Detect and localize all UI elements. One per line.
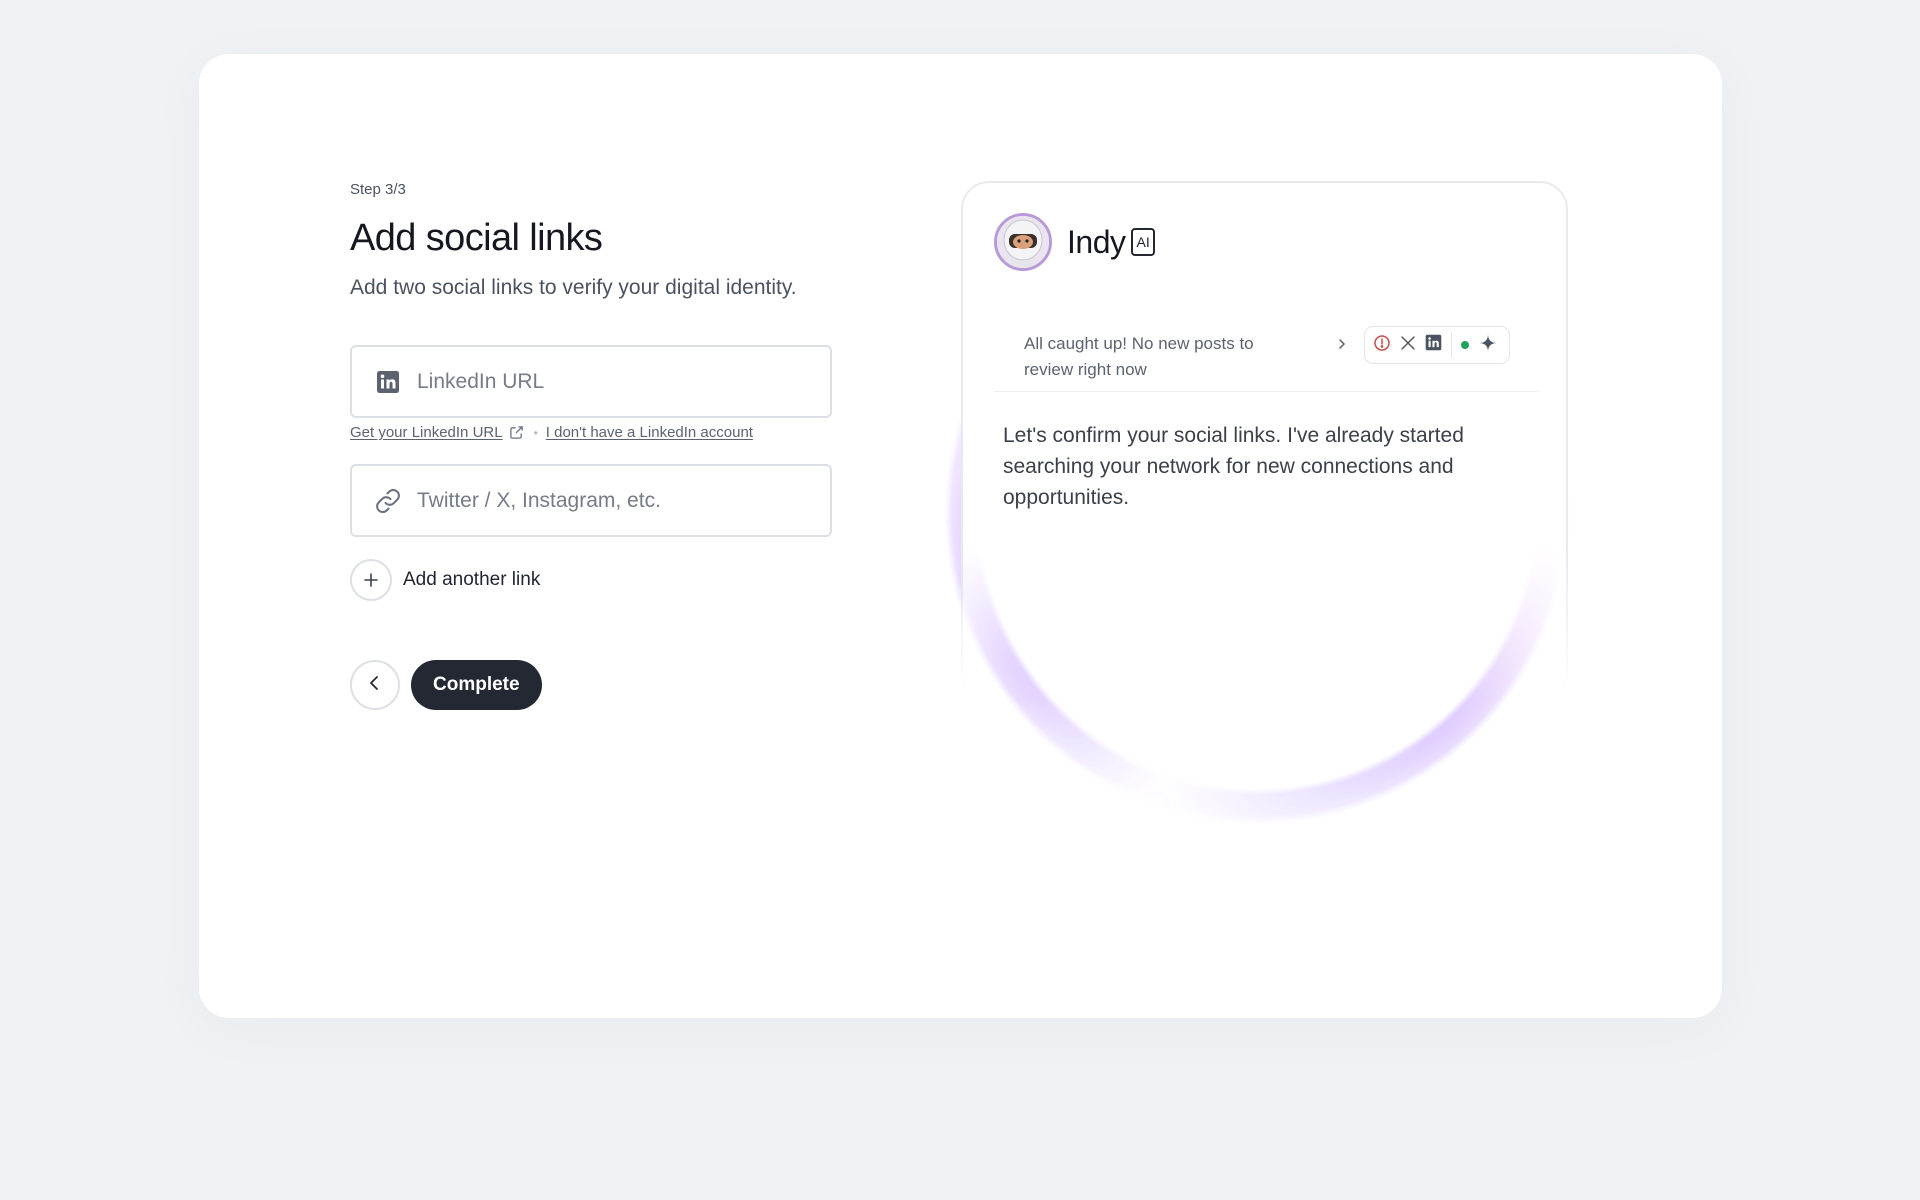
- assistant-name: Indy: [1067, 223, 1126, 260]
- external-link-icon: [509, 425, 524, 440]
- assistant-header: Indy AI: [994, 213, 1155, 271]
- alert-circle-icon: [1373, 334, 1391, 357]
- online-dot: [1461, 341, 1469, 349]
- complete-button[interactable]: Complete: [411, 660, 542, 710]
- pill-divider: [1451, 332, 1452, 358]
- get-linkedin-url-link[interactable]: Get your LinkedIn URL: [350, 424, 503, 441]
- other-social-field[interactable]: [350, 464, 832, 537]
- page-subtitle: Add two social links to verify your digi…: [350, 276, 797, 299]
- add-another-link-label: Add another link: [403, 569, 541, 590]
- add-another-link-button[interactable]: Add another link: [350, 559, 540, 601]
- linkedin-icon: [373, 367, 403, 397]
- link-icon: [373, 486, 403, 516]
- plus-icon: [350, 559, 392, 601]
- step-indicator: Step 3/3: [350, 181, 406, 198]
- linkedin-url-input[interactable]: [415, 368, 799, 395]
- assistant-preview-card: Indy AI All caught up! No new posts to r…: [961, 181, 1568, 701]
- assistant-message: Let's confirm your social links. I've al…: [1003, 424, 1464, 509]
- linkedin-icon: [1425, 334, 1442, 356]
- status-text: All caught up! No new posts to review ri…: [1024, 334, 1254, 379]
- status-icons-pill: [1364, 326, 1510, 364]
- avatar: [994, 213, 1052, 271]
- x-logo-icon: [1400, 335, 1416, 356]
- page-title: Add social links: [350, 217, 603, 259]
- sparkle-icon: [1478, 333, 1498, 358]
- other-social-url-input[interactable]: [415, 487, 799, 514]
- status-row: All caught up! No new posts to review ri…: [994, 321, 1539, 392]
- chevron-right-icon[interactable]: [1337, 337, 1347, 356]
- separator-dot: •: [533, 425, 538, 440]
- linkedin-helper-links: Get your LinkedIn URL • I don't have a L…: [350, 424, 753, 441]
- back-button[interactable]: [350, 660, 400, 710]
- no-linkedin-account-link[interactable]: I don't have a LinkedIn account: [546, 424, 753, 441]
- ai-badge: AI: [1131, 228, 1155, 256]
- linkedin-field[interactable]: [350, 345, 832, 418]
- onboarding-card: Step 3/3 Add social links Add two social…: [199, 54, 1722, 1018]
- chevron-left-icon: [368, 675, 382, 696]
